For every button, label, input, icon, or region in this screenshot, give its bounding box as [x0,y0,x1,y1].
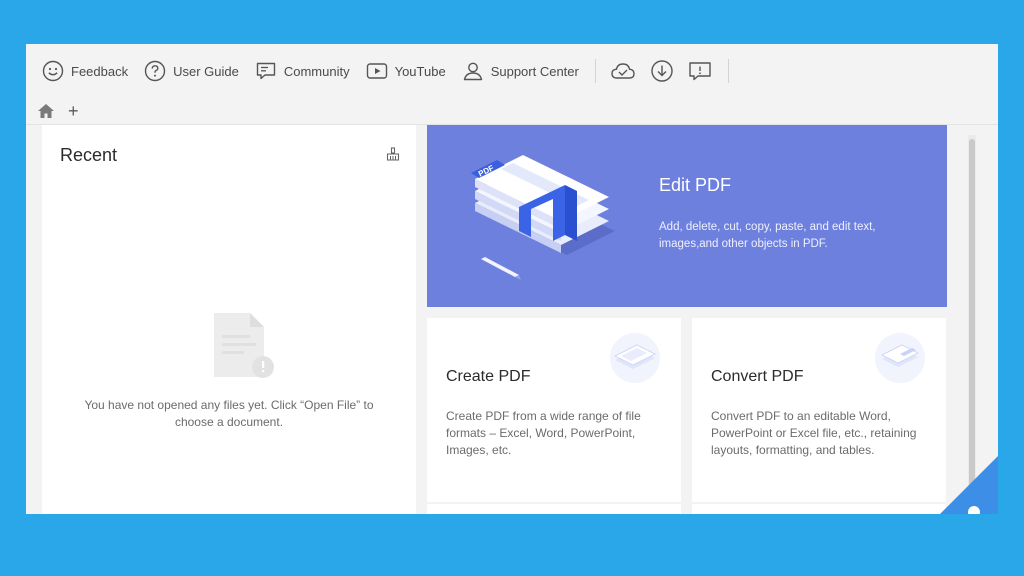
top-toolbar: Feedback User Guide Community YouTube Su… [26,44,998,98]
toolbar-divider [594,59,596,83]
youtube-label: YouTube [394,63,446,79]
add-tab-button[interactable]: + [68,102,79,120]
recent-panel: Recent You have not opened any files yet… [42,125,416,514]
support-center-label: Support Center [490,63,579,79]
community-label: Community [283,63,350,79]
chat-icon [256,62,276,80]
convert-pdf-illustration [872,332,928,389]
download-button[interactable] [650,59,674,83]
youtube-button[interactable]: YouTube [366,60,446,82]
empty-document-icon [210,311,276,386]
user-guide-label: User Guide [173,63,239,79]
convert-pdf-card[interactable]: Convert PDF Convert PDF to an editable W… [692,318,946,502]
corner-widget-dot [968,506,980,514]
support-center-button[interactable]: Support Center [462,60,579,82]
cloud-check-icon [611,63,635,79]
tab-bar: + [26,98,998,124]
clear-recent-button[interactable] [386,147,400,166]
notice-button[interactable] [688,60,712,82]
edit-pdf-title: Edit PDF [659,175,732,195]
feedback-label: Feedback [71,63,129,79]
question-icon [144,60,166,82]
play-icon [366,63,387,79]
edit-pdf-illustration: PDF [461,147,641,292]
recent-title: Recent [60,145,118,165]
user-icon [463,62,482,81]
edit-pdf-description: Add, delete, cut, copy, paste, and edit … [659,221,876,250]
convert-pdf-title: Convert PDF [711,368,804,385]
broom-icon [386,147,400,161]
app-window: Feedback User Guide Community YouTube Su… [26,44,998,514]
cloud-sync-button[interactable] [610,60,636,82]
community-button[interactable]: Community [255,60,350,82]
create-pdf-title: Create PDF [446,368,531,385]
next-card-left[interactable] [427,504,681,514]
create-pdf-illustration [607,332,663,389]
empty-recent-message: You have not opened any files yet. Click… [84,398,374,429]
edit-pdf-card[interactable]: PDF Edit PDF Add, delete, cut, copy, pas… [427,125,947,307]
user-guide-button[interactable]: User Guide [144,60,239,82]
home-icon [38,104,54,118]
message-alert-icon [689,62,711,81]
feature-area: PDF Edit PDF Add, delete, cut, copy, pas… [416,125,998,514]
toolbar-divider-end [727,59,729,83]
home-tab[interactable] [37,103,55,119]
create-pdf-description: Create PDF from a wide range of file for… [446,409,641,457]
next-card-right[interactable] [692,504,946,514]
smiley-icon [42,60,64,82]
download-icon [651,60,673,82]
feedback-button[interactable]: Feedback [42,60,128,82]
corner-widget[interactable] [940,456,998,514]
convert-pdf-description: Convert PDF to an editable Word, PowerPo… [711,409,917,457]
create-pdf-card[interactable]: Create PDF Create PDF from a wide range … [427,318,681,502]
